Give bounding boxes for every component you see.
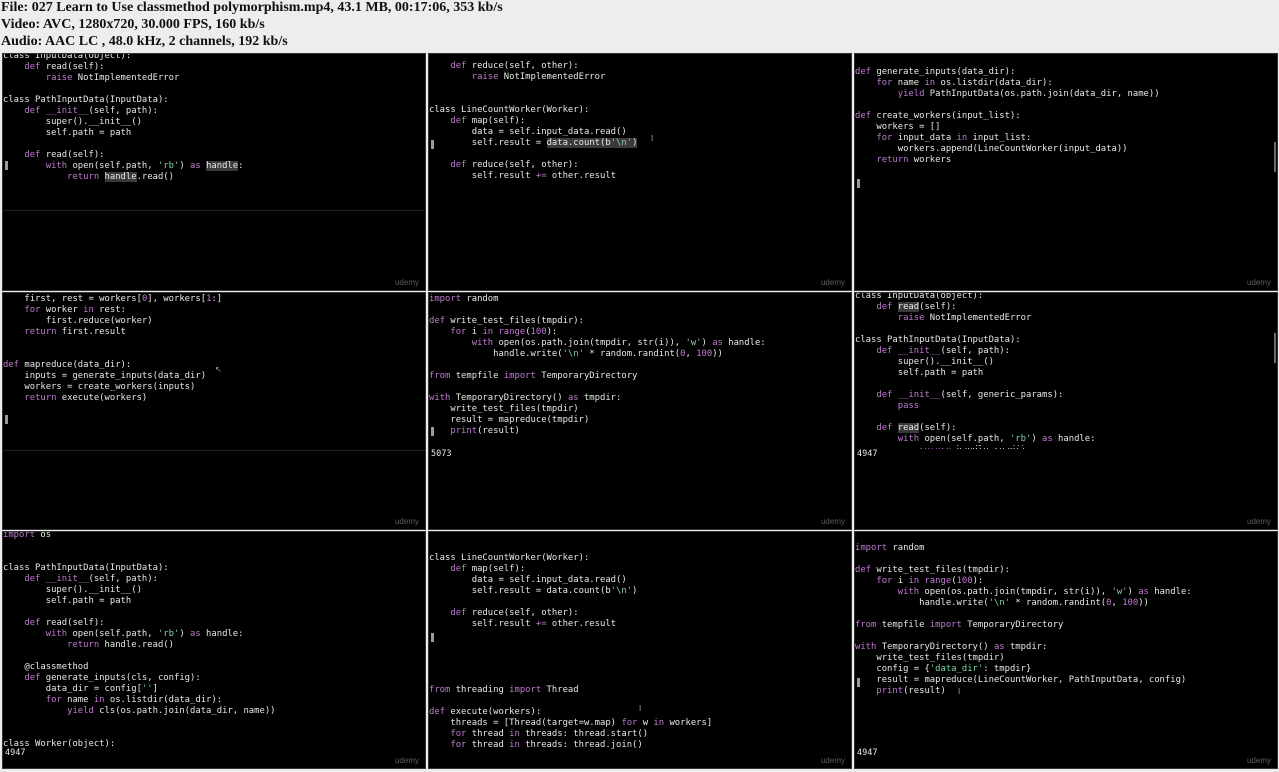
gutter-marker — [857, 179, 860, 188]
thumbnail-1[interactable]: class InputData(object): def read(self):… — [2, 53, 426, 291]
console-output: 4947 — [857, 748, 878, 758]
console-separator — [855, 446, 1277, 448]
thumbnail-8[interactable]: class LineCountWorker(Worker): def map(s… — [428, 531, 852, 769]
gutter-marker — [857, 678, 860, 687]
console-output: 4947 — [5, 748, 425, 758]
udemy-watermark: udemy — [820, 278, 845, 287]
gutter-marker — [431, 140, 434, 149]
scrollbar[interactable] — [1274, 333, 1276, 363]
video-info: Video: AVC, 1280x720, 30.000 FPS, 160 kb… — [1, 17, 265, 32]
scrollbar[interactable] — [1274, 142, 1276, 172]
console-separator — [3, 210, 425, 211]
thumbnail-3[interactable]: def generate_inputs(data_dir): for name … — [854, 53, 1278, 291]
udemy-watermark: udemy — [394, 756, 419, 765]
code-editor: def reduce(self, other): raise NotImplem… — [429, 61, 638, 181]
udemy-watermark: udemy — [820, 756, 845, 765]
gutter-marker — [431, 427, 434, 436]
audio-info: Audio: AAC LC , 48.0 kHz, 2 channels, 19… — [1, 34, 288, 49]
mouse-cursor-icon: I — [639, 704, 642, 713]
console-output: 4947 — [857, 449, 1277, 459]
mouse-cursor-icon: I — [958, 687, 961, 696]
udemy-watermark: udemy — [1246, 756, 1271, 765]
thumbnail-4[interactable]: first, rest = workers[0], workers[1:] fo… — [2, 292, 426, 530]
code-editor: class InputData(object): def read(self):… — [3, 53, 244, 182]
console-output: 5073 — [431, 449, 452, 459]
file-info: File: 027 Learn to Use classmethod polym… — [1, 0, 503, 15]
code-editor: import random def write_test_files(tmpdi… — [429, 294, 766, 436]
thumbnail-5[interactable]: import random def write_test_files(tmpdi… — [428, 292, 852, 530]
thumbnail-6[interactable]: class InputData(object): def read(self):… — [854, 292, 1278, 530]
code-editor: class LineCountWorker(Worker): def map(s… — [429, 553, 713, 750]
code-editor: import os class PathInputData(InputData)… — [3, 531, 276, 749]
code-editor: import random def write_test_files(tmpdi… — [855, 543, 1192, 696]
thumbnail-7[interactable]: import os class PathInputData(InputData)… — [2, 531, 426, 769]
video-info-header: File: 027 Learn to Use classmethod polym… — [0, 0, 1279, 52]
mouse-cursor-icon: ↖ — [215, 365, 222, 374]
udemy-watermark: udemy — [1246, 278, 1271, 287]
gutter-marker — [5, 415, 8, 424]
code-editor: class InputData(object): def read(self):… — [855, 292, 1096, 455]
gutter-marker — [431, 633, 434, 642]
console-separator — [3, 450, 425, 451]
udemy-watermark: udemy — [394, 278, 419, 287]
gutter-marker — [5, 161, 8, 170]
thumbnail-9[interactable]: import random def write_test_files(tmpdi… — [854, 531, 1278, 769]
thumbnail-2[interactable]: def reduce(self, other): raise NotImplem… — [428, 53, 852, 291]
udemy-watermark: udemy — [394, 517, 419, 526]
udemy-watermark: udemy — [1246, 517, 1271, 526]
mouse-cursor-icon: I — [651, 134, 654, 143]
udemy-watermark: udemy — [820, 517, 845, 526]
code-editor: def generate_inputs(data_dir): for name … — [855, 67, 1160, 165]
code-editor: first, rest = workers[0], workers[1:] fo… — [3, 294, 223, 403]
